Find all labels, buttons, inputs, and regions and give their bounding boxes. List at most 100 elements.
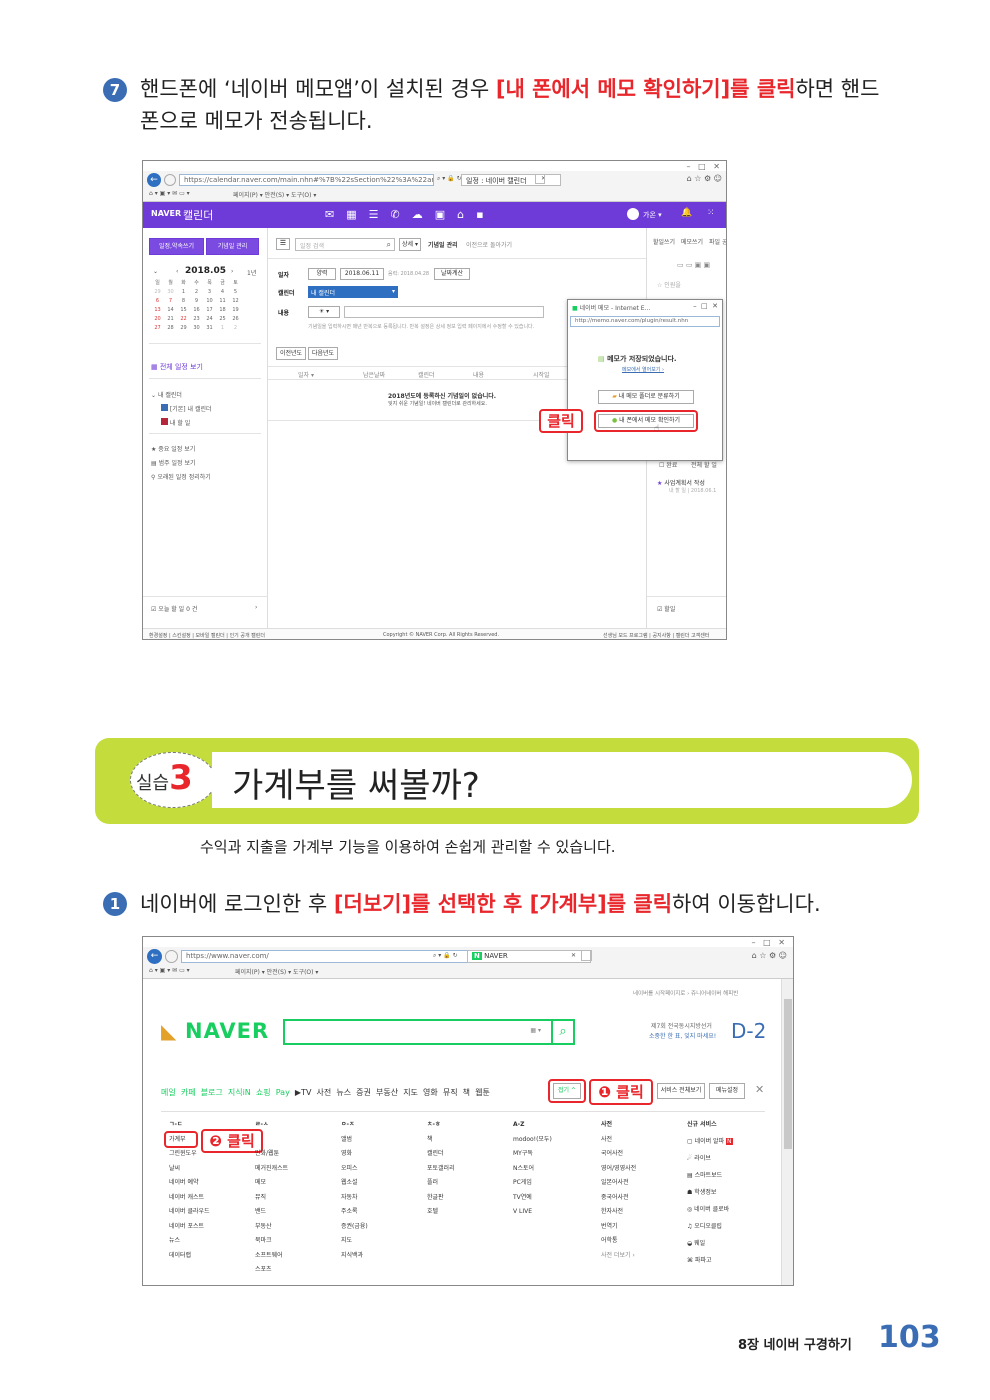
content-input[interactable] bbox=[344, 306, 544, 318]
service-link[interactable]: TV연예 bbox=[513, 1191, 552, 1206]
next-year-button[interactable]: 다음년도 bbox=[308, 347, 338, 360]
forward-icon[interactable] bbox=[164, 174, 176, 186]
calendar-type-select[interactable]: 양력 bbox=[308, 268, 336, 280]
nav-item[interactable]: 뮤직 bbox=[443, 1088, 458, 1097]
all-todo-link[interactable]: 전체 할 일 bbox=[691, 460, 717, 469]
service-link[interactable]: 뮤직 bbox=[255, 1191, 288, 1206]
day[interactable]: 2 bbox=[229, 323, 242, 332]
nav-item[interactable]: 사전 bbox=[317, 1088, 332, 1097]
right-tab[interactable]: 메모쓰기 bbox=[681, 237, 703, 246]
service-link[interactable]: 번역기 bbox=[601, 1220, 636, 1235]
service-link[interactable]: 소프트웨어 bbox=[255, 1249, 288, 1264]
service-link[interactable]: ▤ 스마트보드 bbox=[687, 1167, 733, 1184]
day[interactable]: 22 bbox=[177, 314, 190, 323]
day[interactable]: 7 bbox=[164, 296, 177, 305]
service-link[interactable]: 뉴스 bbox=[169, 1234, 210, 1249]
right-tab[interactable]: 할일쓰기 bbox=[653, 237, 675, 246]
service-link[interactable]: 날씨 bbox=[169, 1162, 210, 1177]
today-todo[interactable]: ☑ 오늘 할 일 0 건 bbox=[151, 604, 197, 613]
service-link[interactable]: 사전 bbox=[601, 1133, 636, 1148]
day[interactable]: 4 bbox=[216, 287, 229, 296]
search-input[interactable]: ▦ ▾ bbox=[283, 1019, 575, 1045]
service-link[interactable]: 주소록 bbox=[341, 1205, 368, 1220]
nav-item[interactable]: ▶TV bbox=[295, 1088, 312, 1097]
service-link[interactable]: ◒ 웨일 bbox=[687, 1235, 733, 1252]
service-link[interactable]: N스토어 bbox=[513, 1162, 552, 1177]
promo-line1[interactable]: 제7회 전국동시지방선거 bbox=[651, 1021, 712, 1030]
classify-memo-button[interactable]: ▰ 내 메모 폴더로 분류하기 bbox=[598, 390, 694, 404]
naver-brand[interactable]: NAVER bbox=[151, 209, 181, 218]
service-link[interactable]: 자동차 bbox=[341, 1191, 368, 1206]
todo-bottom[interactable]: ☑ 할일 bbox=[657, 604, 675, 613]
right-tab[interactable]: 파일 공유 bbox=[709, 237, 726, 246]
day[interactable]: 24 bbox=[203, 314, 216, 323]
service-link[interactable]: ☄ 라이브 bbox=[687, 1150, 733, 1167]
service-link[interactable]: 네이버 클라우드 bbox=[169, 1205, 210, 1220]
day[interactable]: 25 bbox=[216, 314, 229, 323]
footer-right-links[interactable]: 선생님 모드 프로그램 | 공지사항 | 캘린더 고객센터 bbox=[603, 632, 710, 639]
chevron-right-icon[interactable]: › bbox=[255, 604, 257, 611]
service-link[interactable]: 중국어사전 bbox=[601, 1191, 636, 1206]
day[interactable]: 30 bbox=[190, 323, 203, 332]
day[interactable]: 23 bbox=[190, 314, 203, 323]
search-icon[interactable]: ⌕ ▾ 🔒 ↻ bbox=[433, 952, 458, 960]
collapse-icon[interactable]: ⌄ bbox=[153, 268, 158, 275]
service-link[interactable]: 플러 bbox=[427, 1176, 455, 1191]
checkbox-icon[interactable] bbox=[161, 404, 168, 411]
my-calendar-heading[interactable]: ⌄ 내 캘린더 bbox=[151, 390, 182, 399]
side-link[interactable]: ⚲ 오래된 일정 정리하기 bbox=[151, 472, 211, 481]
day[interactable]: 28 bbox=[164, 323, 177, 332]
search-button[interactable]: ⌕ bbox=[551, 1019, 575, 1045]
search-icon[interactable]: ⌕ bbox=[387, 240, 391, 250]
popup-window-controls[interactable]: – □ ✕ bbox=[693, 302, 718, 310]
checkbox-icon[interactable] bbox=[161, 418, 168, 425]
day[interactable]: 12 bbox=[229, 296, 242, 305]
day[interactable]: 3 bbox=[203, 287, 216, 296]
anniversary-button[interactable]: 기념일 관리 bbox=[206, 238, 259, 255]
nav-item[interactable]: 지도 bbox=[403, 1088, 418, 1097]
day[interactable]: 19 bbox=[229, 305, 242, 314]
keyboard-icon[interactable]: ▦ ▾ bbox=[530, 1027, 541, 1034]
service-link[interactable]: MY구독 bbox=[513, 1147, 552, 1162]
side-link[interactable]: ★ 중요 일정 보기 bbox=[151, 444, 195, 453]
service-link[interactable]: 영어/영영사전 bbox=[601, 1162, 636, 1177]
service-link[interactable]: modoo!(모두) bbox=[513, 1133, 552, 1148]
service-link[interactable]: ◎ 네이버 클로바 bbox=[687, 1201, 733, 1218]
day[interactable]: 20 bbox=[151, 314, 164, 323]
nav-item[interactable]: 블로그 bbox=[201, 1088, 223, 1097]
search-scope-select[interactable]: 상세 ▾ bbox=[399, 238, 421, 251]
user-name[interactable]: 가온 ▾ bbox=[643, 210, 662, 220]
naver-logo[interactable]: NAVER bbox=[185, 1019, 269, 1043]
star-icon[interactable]: ☆ 인원을 bbox=[657, 280, 681, 289]
service-link[interactable]: 네이버 캐스트 bbox=[169, 1191, 210, 1206]
nav-item[interactable]: 영화 bbox=[423, 1088, 438, 1097]
prev-month-icon[interactable]: ‹ bbox=[176, 268, 178, 275]
app-icons[interactable]: ✉▦☰✆☁▣⌂▪ bbox=[325, 208, 496, 221]
all-schedule-link[interactable]: ▦ 전체 일정 보기 bbox=[151, 362, 203, 372]
service-link[interactable]: 북마크 bbox=[255, 1234, 288, 1249]
service-link[interactable]: 캘린더 bbox=[427, 1147, 455, 1162]
back-icon[interactable]: ← bbox=[147, 949, 162, 964]
all-services-button[interactable]: 서비스 전체보기 bbox=[657, 1083, 705, 1099]
service-link[interactable]: 오피스 bbox=[341, 1162, 368, 1177]
day[interactable]: 6 bbox=[151, 296, 164, 305]
service-link[interactable]: 웹소설 bbox=[341, 1176, 368, 1191]
day[interactable]: 29 bbox=[177, 323, 190, 332]
service-link[interactable]: 한자사전 bbox=[601, 1205, 636, 1220]
star-icon[interactable]: ★ bbox=[657, 480, 662, 487]
day[interactable]: 15 bbox=[177, 305, 190, 314]
forward-icon[interactable] bbox=[165, 950, 178, 963]
nav-item[interactable]: 지식iN bbox=[228, 1088, 251, 1097]
service-link[interactable]: 부동산 bbox=[255, 1220, 288, 1235]
service-link[interactable]: 어학통 bbox=[601, 1234, 636, 1249]
ie-menubar[interactable]: 페이지(P) ▾ 안전(S) ▾ 도구(O) ▾ bbox=[233, 190, 316, 199]
service-link[interactable]: 증권(금융) bbox=[341, 1220, 368, 1235]
day[interactable]: 16 bbox=[190, 305, 203, 314]
day[interactable]: 29 bbox=[151, 287, 164, 296]
done-checkbox[interactable]: ☐ 완료 bbox=[659, 460, 677, 469]
service-link[interactable]: 데이터랩 bbox=[169, 1249, 210, 1264]
close-icon[interactable]: ✕ bbox=[755, 1083, 764, 1096]
service-link[interactable]: ♫ 오디오클립 bbox=[687, 1218, 733, 1235]
service-link[interactable]: 메모 bbox=[255, 1176, 288, 1191]
service-link[interactable]: 지식백과 bbox=[341, 1249, 368, 1264]
